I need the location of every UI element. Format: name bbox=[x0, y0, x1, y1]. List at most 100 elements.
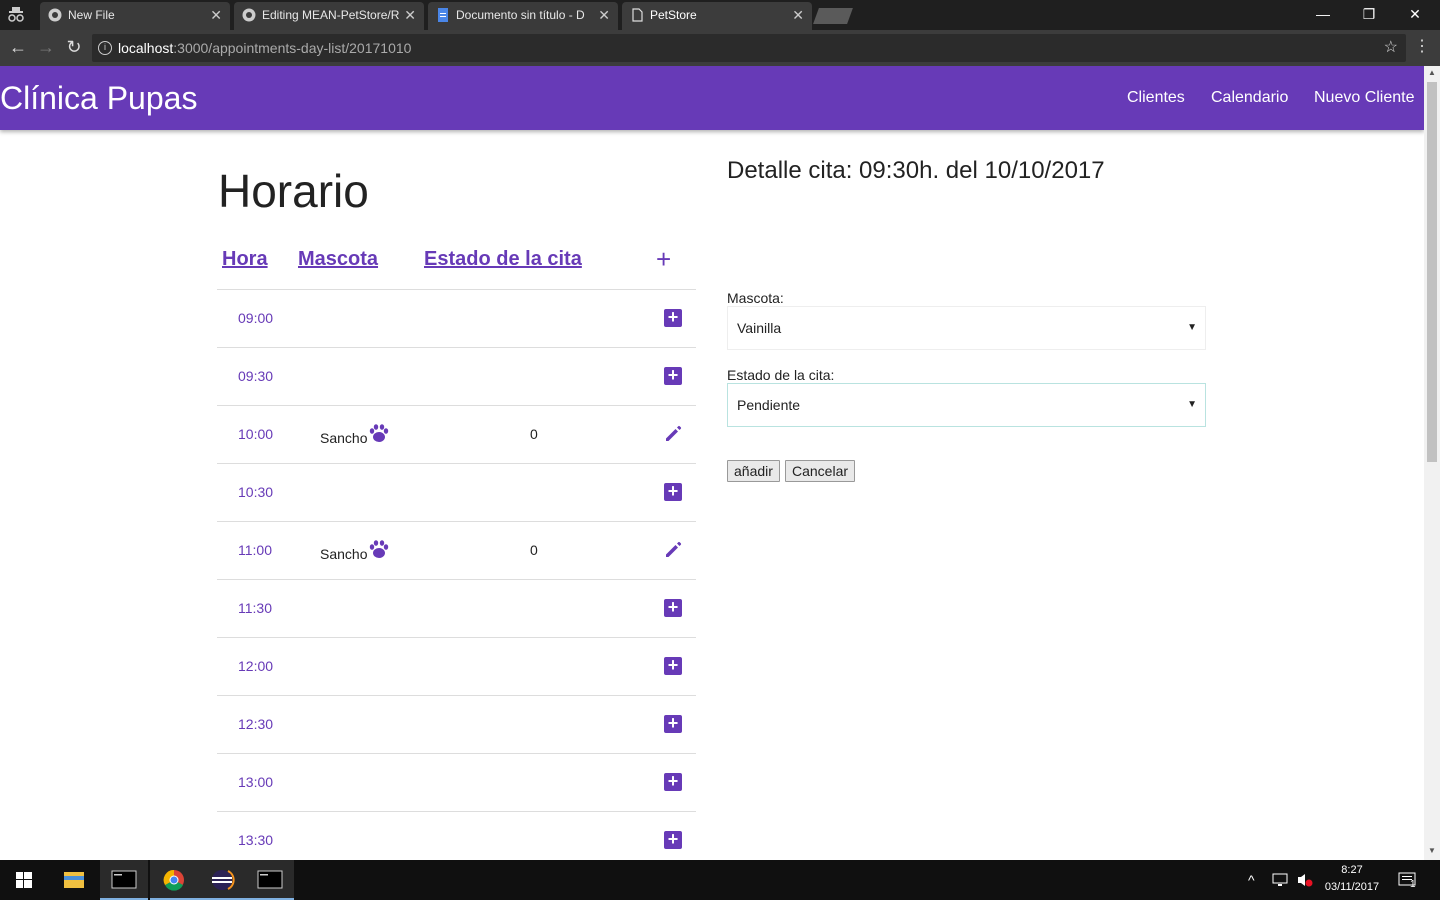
minimize-button[interactable]: — bbox=[1300, 0, 1346, 30]
terminal-icon-2[interactable] bbox=[246, 860, 294, 900]
app-navbar: Clínica Pupas Clientes Calendario Nuevo … bbox=[0, 66, 1424, 130]
close-icon[interactable]: ✕ bbox=[404, 2, 416, 28]
row-time: 12:30 bbox=[238, 716, 274, 732]
schedule-title: Horario bbox=[218, 165, 369, 217]
row-state: 0 bbox=[530, 542, 538, 558]
bookmark-star-icon[interactable]: ☆ bbox=[1384, 34, 1398, 62]
cancel-button[interactable]: Cancelar bbox=[785, 460, 856, 482]
table-row: 09:00 + bbox=[217, 289, 696, 347]
file-explorer-icon[interactable] bbox=[50, 860, 98, 900]
close-icon[interactable]: ✕ bbox=[210, 2, 222, 28]
notifications-icon[interactable]: 1 bbox=[1398, 871, 1420, 894]
address-bar[interactable]: i localhost:3000/appointments-day-list/2… bbox=[92, 34, 1406, 62]
windows-start-icon[interactable] bbox=[0, 860, 48, 900]
table-row: 13:00 + bbox=[217, 753, 696, 811]
column-header-hora[interactable]: Hora bbox=[222, 248, 268, 271]
add-slot-button[interactable]: + bbox=[664, 656, 682, 675]
volume-muted-icon[interactable] bbox=[1296, 872, 1314, 891]
column-header-mascota[interactable]: Mascota bbox=[298, 248, 378, 271]
browser-tab-2[interactable]: Editing MEAN-PetStore/R ✕ bbox=[234, 2, 424, 30]
row-time: 12:00 bbox=[238, 658, 274, 674]
tray-chevron-icon[interactable]: ^ bbox=[1248, 872, 1255, 888]
close-icon[interactable]: ✕ bbox=[598, 2, 610, 28]
browser-tab-4[interactable]: PetStore ✕ bbox=[622, 2, 812, 30]
row-pet[interactable]: Sancho bbox=[320, 430, 367, 446]
row-time: 13:00 bbox=[238, 774, 274, 790]
paw-icon[interactable] bbox=[368, 538, 390, 560]
edit-icon[interactable] bbox=[663, 424, 683, 444]
new-tab-button[interactable] bbox=[813, 8, 853, 24]
row-pet[interactable]: Sancho bbox=[320, 546, 367, 562]
terminal-icon[interactable] bbox=[100, 860, 148, 900]
nav-calendario[interactable]: Calendario bbox=[1211, 89, 1288, 107]
taskbar: ^ 8:27 03/11/2017 1 bbox=[0, 860, 1440, 900]
table-row: 10:00 Sancho 0 bbox=[217, 405, 696, 463]
table-row: 13:30 + bbox=[217, 811, 696, 860]
row-time: 10:00 bbox=[238, 426, 274, 442]
restore-button[interactable]: ❐ bbox=[1346, 0, 1392, 30]
state-label: Estado de la cita: bbox=[727, 367, 835, 383]
scroll-down-icon[interactable]: ▼ bbox=[1428, 846, 1436, 855]
tab-title: Documento sin título - D bbox=[456, 8, 585, 22]
url-host: localhost bbox=[118, 40, 174, 56]
brand-title[interactable]: Clínica Pupas bbox=[0, 80, 197, 117]
info-icon[interactable]: i bbox=[98, 41, 112, 55]
tab-title: Editing MEAN-PetStore/R bbox=[262, 8, 400, 22]
pet-select[interactable]: Vainilla ▼ bbox=[727, 306, 1206, 350]
add-slot-button[interactable]: + bbox=[664, 598, 682, 617]
clock-date[interactable]: 03/11/2017 bbox=[1318, 881, 1386, 893]
clock-time[interactable]: 8:27 bbox=[1322, 864, 1382, 876]
add-slot-button[interactable]: + bbox=[664, 772, 682, 791]
github-icon bbox=[48, 8, 62, 22]
reload-icon[interactable]: ↻ bbox=[60, 30, 88, 66]
add-slot-button[interactable]: + bbox=[664, 308, 682, 327]
row-time: 10:30 bbox=[238, 484, 274, 500]
table-row: 11:00 Sancho 0 bbox=[217, 521, 696, 579]
close-window-button[interactable]: ✕ bbox=[1392, 0, 1438, 30]
row-state: 0 bbox=[530, 426, 538, 442]
browser-menu-icon[interactable]: ⋮ bbox=[1414, 36, 1430, 56]
edit-icon[interactable] bbox=[663, 540, 683, 560]
tab-title: PetStore bbox=[650, 8, 697, 22]
row-time: 11:00 bbox=[238, 542, 272, 558]
browser-toolbar: ← → ↻ i localhost:3000/appointments-day-… bbox=[0, 30, 1440, 66]
close-icon[interactable]: ✕ bbox=[792, 2, 804, 28]
paw-icon[interactable] bbox=[368, 422, 390, 444]
add-slot-button[interactable]: + bbox=[664, 366, 682, 385]
github-icon bbox=[242, 8, 256, 22]
tab-title: New File bbox=[68, 8, 115, 22]
network-icon[interactable] bbox=[1272, 872, 1290, 891]
incognito-icon bbox=[6, 6, 26, 24]
back-icon[interactable]: ← bbox=[4, 30, 32, 66]
column-header-estado[interactable]: Estado de la cita bbox=[424, 248, 582, 271]
add-button[interactable]: añadir bbox=[727, 460, 780, 482]
add-appointment-button[interactable]: + bbox=[656, 244, 671, 275]
dropdown-caret-icon: ▼ bbox=[1187, 399, 1197, 410]
state-select[interactable]: Pendiente ▼ bbox=[727, 383, 1206, 427]
page-scrollbar[interactable]: ▲ ▼ bbox=[1424, 66, 1440, 860]
pet-label: Mascota: bbox=[727, 290, 784, 306]
dropdown-caret-icon: ▼ bbox=[1187, 322, 1197, 333]
page-icon bbox=[632, 8, 643, 22]
row-time: 13:30 bbox=[238, 832, 274, 848]
add-slot-button[interactable]: + bbox=[664, 830, 682, 849]
pet-select-value: Vainilla bbox=[737, 320, 782, 336]
nav-nuevo-cliente[interactable]: Nuevo Cliente bbox=[1314, 89, 1415, 107]
browser-tab-1[interactable]: New File ✕ bbox=[40, 2, 230, 30]
forward-icon[interactable]: → bbox=[32, 30, 60, 66]
notification-count: 1 bbox=[1410, 879, 1416, 890]
row-time: 09:00 bbox=[238, 310, 274, 326]
browser-tab-3[interactable]: Documento sin título - D ✕ bbox=[428, 2, 618, 30]
state-select-value: Pendiente bbox=[737, 397, 801, 413]
table-row: 12:00 + bbox=[217, 637, 696, 695]
nav-clientes[interactable]: Clientes bbox=[1127, 89, 1185, 107]
add-slot-button[interactable]: + bbox=[664, 482, 682, 501]
row-time: 11:30 bbox=[238, 600, 272, 616]
row-time: 09:30 bbox=[238, 368, 274, 384]
add-slot-button[interactable]: + bbox=[664, 714, 682, 733]
eclipse-icon[interactable] bbox=[198, 860, 246, 900]
browser-titlebar: New File ✕ Editing MEAN-PetStore/R ✕ Doc… bbox=[0, 0, 1440, 30]
scroll-up-icon[interactable]: ▲ bbox=[1428, 68, 1436, 77]
scrollbar-thumb[interactable] bbox=[1427, 82, 1437, 462]
chrome-icon[interactable] bbox=[150, 860, 198, 900]
